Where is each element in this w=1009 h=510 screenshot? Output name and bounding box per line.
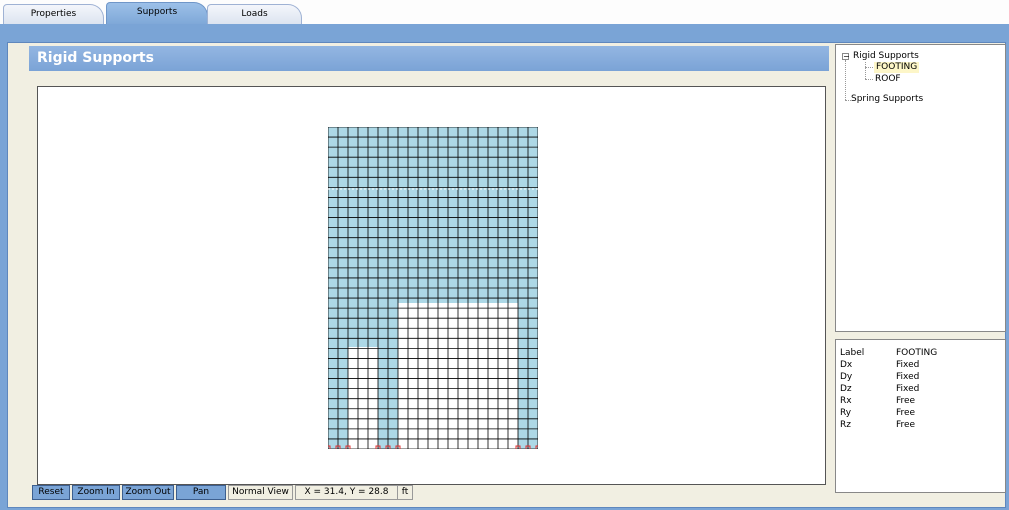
property-value: Fixed	[896, 384, 920, 394]
model-canvas[interactable]	[37, 86, 826, 485]
property-value: FOOTING	[896, 348, 938, 358]
property-key: Dz	[840, 384, 852, 394]
property-key: Dx	[840, 360, 853, 370]
supports-tree: − Rigid Supports FOOTING ROOF Spring Sup…	[835, 44, 1006, 332]
tree-item-spring-supports[interactable]: Spring Supports	[851, 94, 923, 105]
unit-label: ft	[397, 485, 413, 500]
property-value: Free	[896, 420, 916, 430]
tab-properties[interactable]: Properties	[3, 4, 104, 24]
tab-bar: Properties Supports Loads	[0, 0, 1009, 24]
view-mode-selector[interactable]: Normal View	[228, 485, 293, 500]
wall-mesh[interactable]	[328, 127, 538, 449]
property-value: Free	[896, 396, 916, 406]
property-key: Rx	[840, 396, 852, 406]
tree-item-roof[interactable]: ROOF	[875, 74, 901, 85]
coordinate-readout: X = 31.4, Y = 28.8	[295, 485, 398, 500]
property-value: Fixed	[896, 372, 920, 382]
zoom-in-button[interactable]: Zoom In	[72, 485, 120, 500]
mesh-region	[328, 303, 398, 347]
reset-button[interactable]: Reset	[32, 485, 70, 500]
property-value: Free	[896, 408, 916, 418]
property-value: Fixed	[896, 360, 920, 370]
property-key: Dy	[840, 372, 853, 382]
tab-supports[interactable]: Supports	[106, 2, 208, 24]
collapse-icon[interactable]: −	[842, 53, 850, 61]
supports-panel: Rigid Supports Reset Zoom In Zoom Out Pa…	[29, 46, 829, 506]
zoom-out-button[interactable]: Zoom Out	[122, 485, 174, 500]
tree-item-footing[interactable]: FOOTING	[874, 62, 920, 73]
tree-item-rigid-supports[interactable]: Rigid Supports	[853, 51, 919, 62]
property-key: Rz	[840, 420, 851, 430]
property-key: Ry	[840, 408, 852, 418]
property-panel: Label FOOTING Dx Fixed Dy Fixed Dz Fixed…	[835, 339, 1006, 493]
tab-loads[interactable]: Loads	[207, 4, 302, 24]
panel-title: Rigid Supports	[29, 46, 829, 71]
pan-button[interactable]: Pan	[176, 485, 226, 500]
mesh-region	[328, 127, 538, 303]
property-key: Label	[840, 348, 865, 358]
